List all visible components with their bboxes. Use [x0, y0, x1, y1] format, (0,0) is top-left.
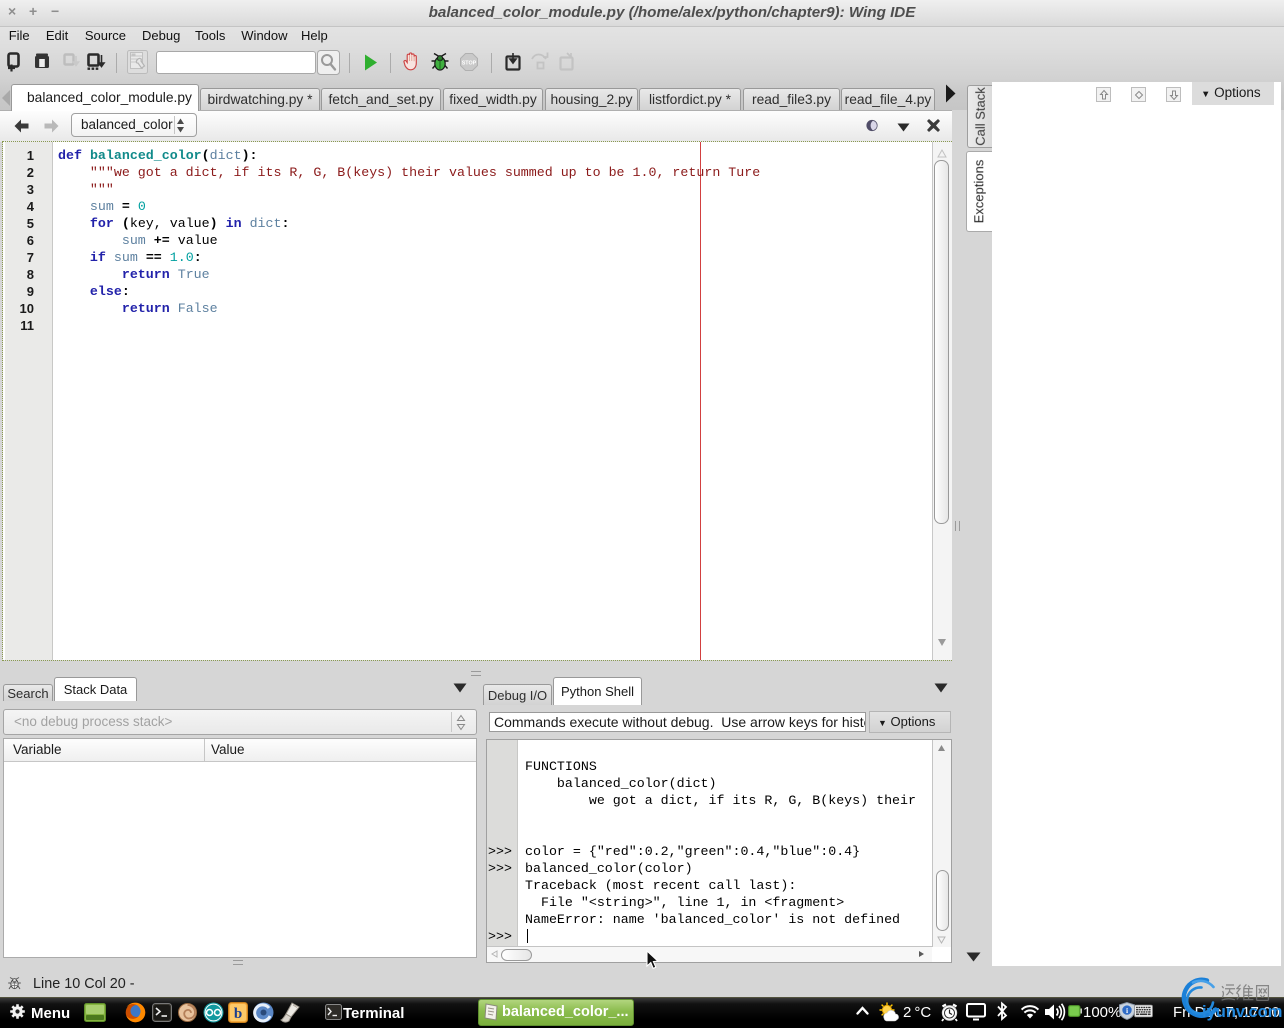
svg-text:iyunv.com: iyunv.com [1202, 1003, 1282, 1021]
svg-text:STOP: STOP [462, 61, 477, 67]
svg-text:b: b [234, 1006, 242, 1022]
svg-text:i: i [1126, 1006, 1128, 1015]
